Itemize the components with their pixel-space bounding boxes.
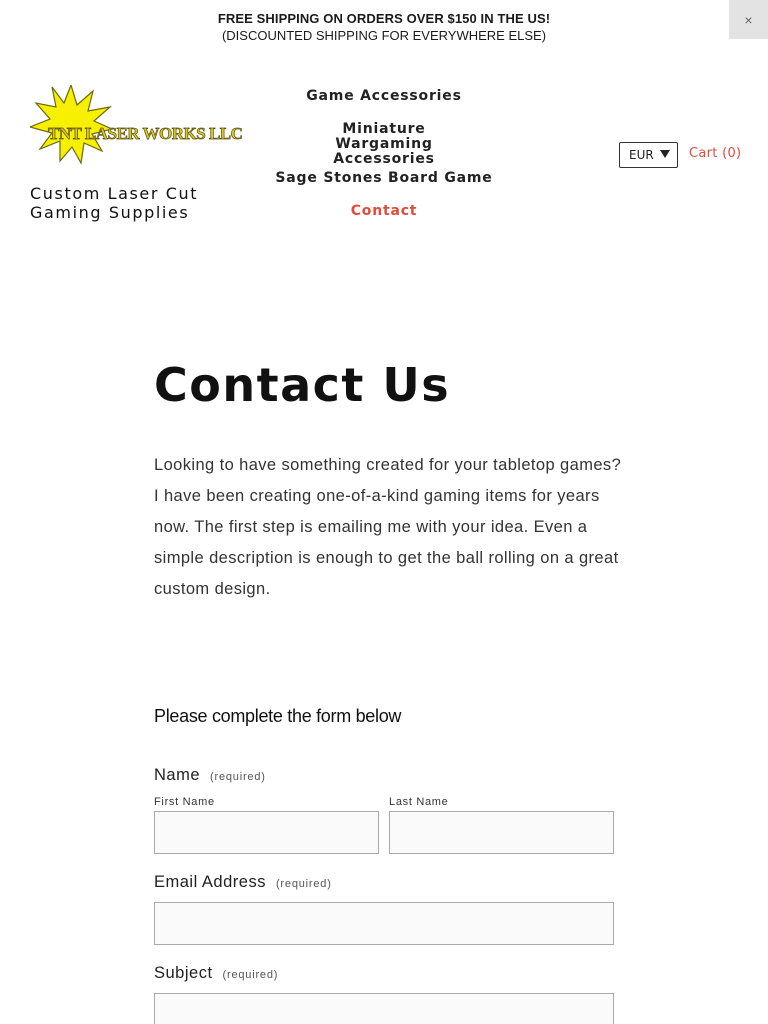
- required-indicator: (required): [210, 771, 266, 783]
- store-tagline: Custom Laser Cut Gaming Supplies: [30, 184, 199, 222]
- close-icon[interactable]: ×: [744, 12, 752, 28]
- cart-link[interactable]: Cart (0): [689, 146, 741, 161]
- logo-image[interactable]: TNT LASER WORKS LLC: [28, 83, 266, 165]
- name-label-text: Name: [154, 766, 201, 784]
- required-indicator: (required): [222, 969, 279, 981]
- nav-item-contact[interactable]: Contact: [270, 204, 498, 219]
- email-field-label: Email Address (required): [154, 873, 332, 892]
- last-name-label: Last Name: [389, 796, 449, 808]
- currency-select[interactable]: EUR: [619, 142, 678, 168]
- nav-item-miniature-wargaming[interactable]: Miniature Wargaming Accessories: [270, 122, 498, 167]
- store-logo[interactable]: TNT LASER WORKS LLC: [28, 83, 266, 165]
- close-announcement-button[interactable]: ×: [729, 0, 768, 39]
- caret-down-icon: [660, 150, 670, 158]
- announcement-bar: FREE SHIPPING ON ORDERS OVER $150 IN THE…: [0, 0, 768, 50]
- form-heading: Please complete the form below: [154, 706, 402, 726]
- subject-label-text: Subject: [154, 964, 213, 982]
- page-title: Contact Us: [154, 358, 451, 412]
- email-input[interactable]: [154, 902, 614, 945]
- intro-paragraph: Looking to have something created for yo…: [154, 456, 622, 598]
- first-name-label: First Name: [154, 796, 215, 808]
- email-label-text: Email Address: [154, 873, 266, 891]
- announcement-line-1: FREE SHIPPING ON ORDERS OVER $150 IN THE…: [217, 11, 551, 26]
- subject-input[interactable]: [154, 993, 614, 1024]
- required-indicator: (required): [275, 878, 332, 890]
- subject-field-label: Subject (required): [154, 964, 278, 983]
- currency-value: EUR: [629, 148, 654, 162]
- logo-text: TNT LASER WORKS LLC: [48, 124, 242, 143]
- nav-item-game-accessories[interactable]: Game Accessories: [270, 89, 498, 104]
- first-name-input[interactable]: [154, 811, 379, 854]
- nav-item-sage-stones[interactable]: Sage Stones Board Game: [270, 171, 498, 186]
- announcement-line-2: (DISCOUNTED SHIPPING FOR EVERYWHERE ELSE…: [221, 28, 547, 43]
- name-field-label: Name (required): [154, 766, 266, 785]
- last-name-input[interactable]: [389, 811, 614, 854]
